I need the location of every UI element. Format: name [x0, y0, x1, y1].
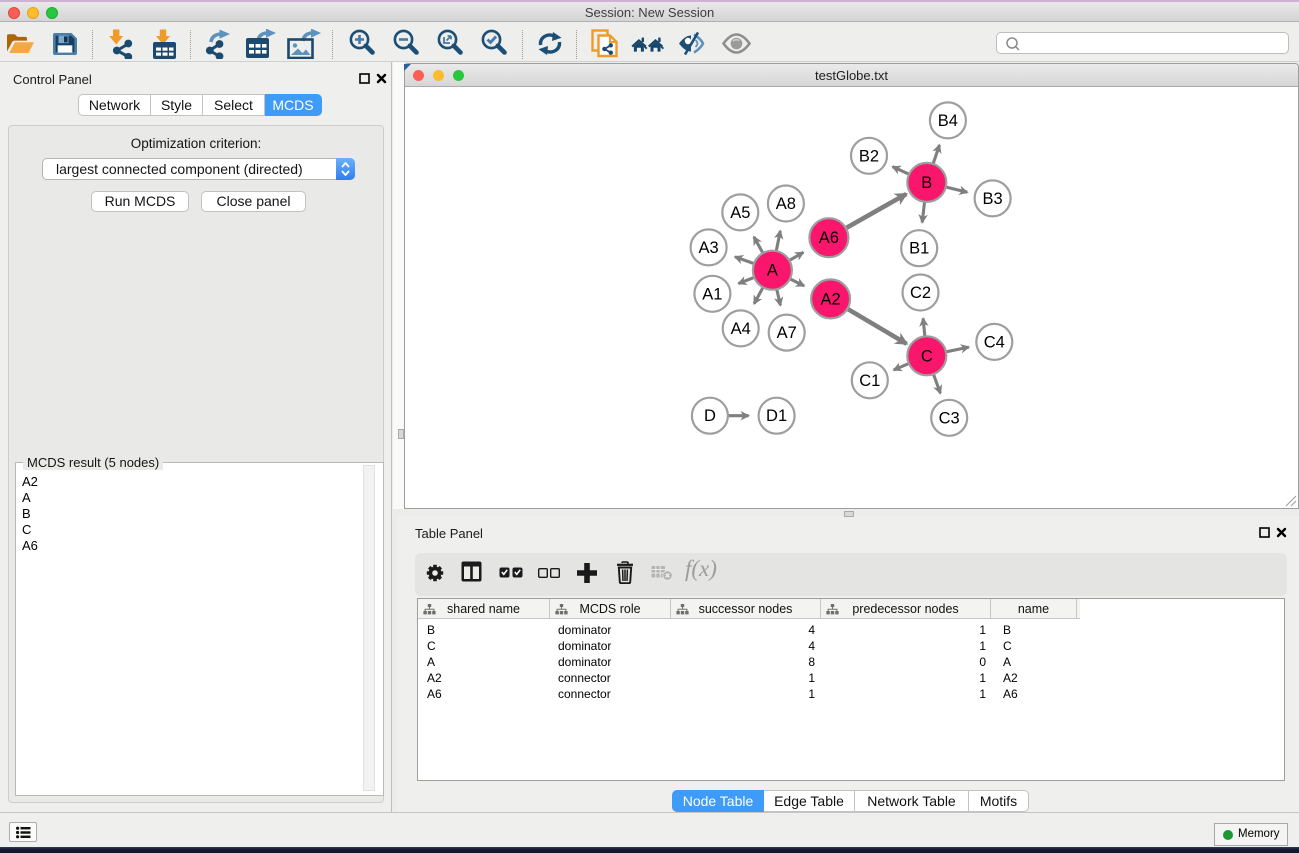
svg-text:B2: B2 — [859, 147, 879, 165]
svg-text:A6: A6 — [819, 229, 839, 247]
svg-text:A2: A2 — [821, 290, 841, 308]
svg-text:A8: A8 — [776, 195, 796, 213]
svg-text:A1: A1 — [702, 285, 722, 303]
svg-text:A: A — [767, 262, 778, 280]
svg-text:C: C — [921, 347, 933, 365]
svg-text:C2: C2 — [910, 284, 931, 302]
svg-text:B: B — [921, 174, 932, 192]
svg-text:D1: D1 — [766, 407, 787, 425]
svg-text:B4: B4 — [938, 112, 958, 130]
svg-text:C4: C4 — [984, 333, 1005, 351]
svg-text:C3: C3 — [939, 409, 960, 427]
svg-text:D: D — [704, 407, 716, 425]
svg-text:A7: A7 — [777, 324, 797, 342]
svg-text:A3: A3 — [699, 239, 719, 257]
svg-text:A4: A4 — [731, 320, 751, 338]
svg-text:B3: B3 — [983, 190, 1003, 208]
svg-text:C1: C1 — [859, 372, 880, 390]
svg-text:B1: B1 — [909, 240, 929, 258]
svg-text:A5: A5 — [730, 204, 750, 222]
